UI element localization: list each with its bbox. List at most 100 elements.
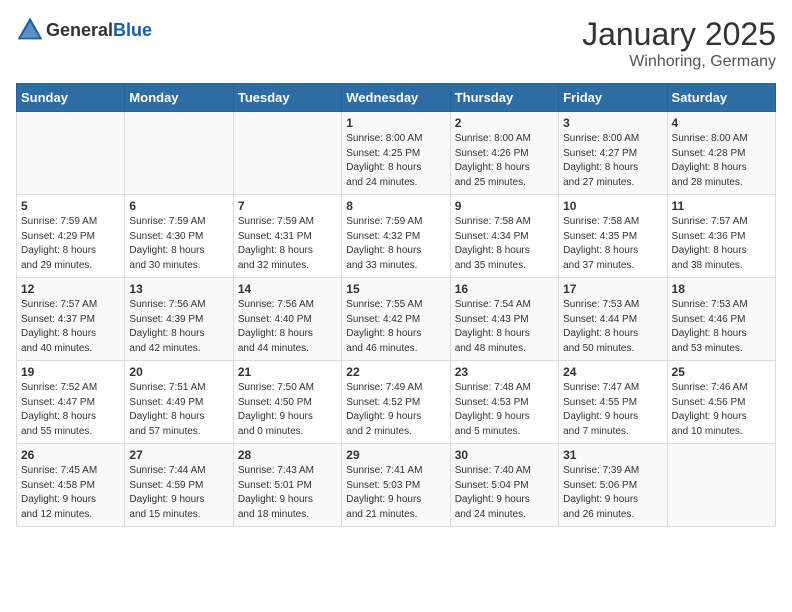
calendar-day-cell: 7 Sunrise: 7:59 AM Sunset: 4:31 PM Daylig… <box>233 195 341 278</box>
day-number: 29 <box>346 448 445 462</box>
weekday-header: Thursday <box>450 84 558 112</box>
day-number: 27 <box>129 448 228 462</box>
day-number: 3 <box>563 116 662 130</box>
day-info: Sunrise: 7:55 AM Sunset: 4:42 PM Dayligh… <box>346 298 445 356</box>
day-number: 22 <box>346 365 445 379</box>
calendar-day-cell: 24 Sunrise: 7:47 AM Sunset: 4:55 PM Dayli… <box>559 361 667 444</box>
calendar-day-cell: 3 Sunrise: 8:00 AM Sunset: 4:27 PM Daylig… <box>559 112 667 195</box>
calendar-day-cell: 9 Sunrise: 7:58 AM Sunset: 4:34 PM Daylig… <box>450 195 558 278</box>
logo-blue: Blue <box>113 20 152 40</box>
day-number: 13 <box>129 282 228 296</box>
day-info: Sunrise: 7:53 AM Sunset: 4:44 PM Dayligh… <box>563 298 662 356</box>
day-info: Sunrise: 7:54 AM Sunset: 4:43 PM Dayligh… <box>455 298 554 356</box>
day-number: 11 <box>672 199 771 213</box>
calendar-day-cell: 20Sunrise: 7:51 AM Sunset: 4:49 PM Dayli… <box>125 361 233 444</box>
calendar-week-row: 19 Sunrise: 7:52 AM Sunset: 4:47 PM Dayli… <box>17 361 776 444</box>
calendar-day-cell: 19 Sunrise: 7:52 AM Sunset: 4:47 PM Dayli… <box>17 361 125 444</box>
calendar-week-row: 5 Sunrise: 7:59 AM Sunset: 4:29 PM Daylig… <box>17 195 776 278</box>
calendar-week-row: 12Sunrise: 7:57 AM Sunset: 4:37 PM Dayli… <box>17 278 776 361</box>
calendar-day-cell: 16 Sunrise: 7:54 AM Sunset: 4:43 PM Dayli… <box>450 278 558 361</box>
calendar-day-cell: 25 Sunrise: 7:46 AM Sunset: 4:56 PM Dayli… <box>667 361 775 444</box>
calendar-day-cell: 15 Sunrise: 7:55 AM Sunset: 4:42 PM Dayli… <box>342 278 450 361</box>
day-info: Sunrise: 7:44 AM Sunset: 4:59 PM Dayligh… <box>129 464 228 522</box>
calendar-day-cell: 4 Sunrise: 8:00 AM Sunset: 4:28 PM Daylig… <box>667 112 775 195</box>
calendar-day-cell: 5 Sunrise: 7:59 AM Sunset: 4:29 PM Daylig… <box>17 195 125 278</box>
day-number: 23 <box>455 365 554 379</box>
calendar-day-cell: 10Sunrise: 7:58 AM Sunset: 4:35 PM Dayli… <box>559 195 667 278</box>
calendar-week-row: 26Sunrise: 7:45 AM Sunset: 4:58 PM Dayli… <box>17 444 776 527</box>
day-number: 17 <box>563 282 662 296</box>
page-header: GeneralBlue January 2025 Winhoring, Germ… <box>16 16 776 71</box>
weekday-header-row: SundayMondayTuesdayWednesdayThursdayFrid… <box>17 84 776 112</box>
calendar-day-cell <box>667 444 775 527</box>
calendar-day-cell: 11 Sunrise: 7:57 AM Sunset: 4:36 PM Dayli… <box>667 195 775 278</box>
day-info: Sunrise: 7:59 AM Sunset: 4:29 PM Dayligh… <box>21 215 120 273</box>
day-info: Sunrise: 7:45 AM Sunset: 4:58 PM Dayligh… <box>21 464 120 522</box>
calendar-day-cell: 17 Sunrise: 7:53 AM Sunset: 4:44 PM Dayli… <box>559 278 667 361</box>
day-info: Sunrise: 7:41 AM Sunset: 5:03 PM Dayligh… <box>346 464 445 522</box>
day-info: Sunrise: 8:00 AM Sunset: 4:28 PM Dayligh… <box>672 132 771 190</box>
calendar-day-cell: 28Sunrise: 7:43 AM Sunset: 5:01 PM Dayli… <box>233 444 341 527</box>
day-info: Sunrise: 7:50 AM Sunset: 4:50 PM Dayligh… <box>238 381 337 439</box>
day-number: 6 <box>129 199 228 213</box>
day-number: 2 <box>455 116 554 130</box>
day-number: 14 <box>238 282 337 296</box>
day-number: 8 <box>346 199 445 213</box>
day-info: Sunrise: 7:53 AM Sunset: 4:46 PM Dayligh… <box>672 298 771 356</box>
calendar-day-cell: 29 Sunrise: 7:41 AM Sunset: 5:03 PM Dayli… <box>342 444 450 527</box>
day-info: Sunrise: 7:51 AM Sunset: 4:49 PM Dayligh… <box>129 381 228 439</box>
day-info: Sunrise: 7:59 AM Sunset: 4:30 PM Dayligh… <box>129 215 228 273</box>
day-number: 7 <box>238 199 337 213</box>
weekday-header: Monday <box>125 84 233 112</box>
calendar-day-cell: 18 Sunrise: 7:53 AM Sunset: 4:46 PM Dayli… <box>667 278 775 361</box>
day-number: 15 <box>346 282 445 296</box>
day-info: Sunrise: 7:57 AM Sunset: 4:37 PM Dayligh… <box>21 298 120 356</box>
day-number: 9 <box>455 199 554 213</box>
calendar-table: SundayMondayTuesdayWednesdayThursdayFrid… <box>16 83 776 527</box>
day-info: Sunrise: 7:48 AM Sunset: 4:53 PM Dayligh… <box>455 381 554 439</box>
weekday-header: Tuesday <box>233 84 341 112</box>
calendar-day-cell: 13 Sunrise: 7:56 AM Sunset: 4:39 PM Dayli… <box>125 278 233 361</box>
day-number: 5 <box>21 199 120 213</box>
calendar-day-cell: 21Sunrise: 7:50 AM Sunset: 4:50 PM Dayli… <box>233 361 341 444</box>
logo: GeneralBlue <box>16 16 152 44</box>
day-info: Sunrise: 8:00 AM Sunset: 4:25 PM Dayligh… <box>346 132 445 190</box>
location-title: Winhoring, Germany <box>582 53 776 71</box>
calendar-day-cell: 23 Sunrise: 7:48 AM Sunset: 4:53 PM Dayli… <box>450 361 558 444</box>
weekday-header: Wednesday <box>342 84 450 112</box>
day-info: Sunrise: 7:59 AM Sunset: 4:32 PM Dayligh… <box>346 215 445 273</box>
weekday-header: Friday <box>559 84 667 112</box>
calendar-day-cell: 27 Sunrise: 7:44 AM Sunset: 4:59 PM Dayli… <box>125 444 233 527</box>
day-info: Sunrise: 7:59 AM Sunset: 4:31 PM Dayligh… <box>238 215 337 273</box>
calendar-day-cell <box>233 112 341 195</box>
day-info: Sunrise: 7:49 AM Sunset: 4:52 PM Dayligh… <box>346 381 445 439</box>
day-number: 16 <box>455 282 554 296</box>
day-number: 31 <box>563 448 662 462</box>
day-number: 28 <box>238 448 337 462</box>
day-number: 18 <box>672 282 771 296</box>
day-info: Sunrise: 7:52 AM Sunset: 4:47 PM Dayligh… <box>21 381 120 439</box>
calendar-day-cell <box>125 112 233 195</box>
logo-general: General <box>46 20 113 40</box>
day-number: 1 <box>346 116 445 130</box>
title-section: January 2025 Winhoring, Germany <box>582 16 776 71</box>
day-info: Sunrise: 7:58 AM Sunset: 4:34 PM Dayligh… <box>455 215 554 273</box>
day-info: Sunrise: 7:47 AM Sunset: 4:55 PM Dayligh… <box>563 381 662 439</box>
day-number: 25 <box>672 365 771 379</box>
calendar-day-cell: 22 Sunrise: 7:49 AM Sunset: 4:52 PM Dayli… <box>342 361 450 444</box>
logo-icon <box>16 16 44 44</box>
weekday-header: Sunday <box>17 84 125 112</box>
day-info: Sunrise: 7:46 AM Sunset: 4:56 PM Dayligh… <box>672 381 771 439</box>
calendar-day-cell: 2Sunrise: 8:00 AM Sunset: 4:26 PM Daylig… <box>450 112 558 195</box>
calendar-week-row: 1 Sunrise: 8:00 AM Sunset: 4:25 PM Daylig… <box>17 112 776 195</box>
calendar-day-cell: 6 Sunrise: 7:59 AM Sunset: 4:30 PM Daylig… <box>125 195 233 278</box>
day-info: Sunrise: 7:57 AM Sunset: 4:36 PM Dayligh… <box>672 215 771 273</box>
day-number: 4 <box>672 116 771 130</box>
calendar-day-cell: 1 Sunrise: 8:00 AM Sunset: 4:25 PM Daylig… <box>342 112 450 195</box>
day-info: Sunrise: 8:00 AM Sunset: 4:27 PM Dayligh… <box>563 132 662 190</box>
calendar-day-cell: 31Sunrise: 7:39 AM Sunset: 5:06 PM Dayli… <box>559 444 667 527</box>
day-info: Sunrise: 7:56 AM Sunset: 4:39 PM Dayligh… <box>129 298 228 356</box>
day-number: 24 <box>563 365 662 379</box>
day-number: 19 <box>21 365 120 379</box>
weekday-header: Saturday <box>667 84 775 112</box>
